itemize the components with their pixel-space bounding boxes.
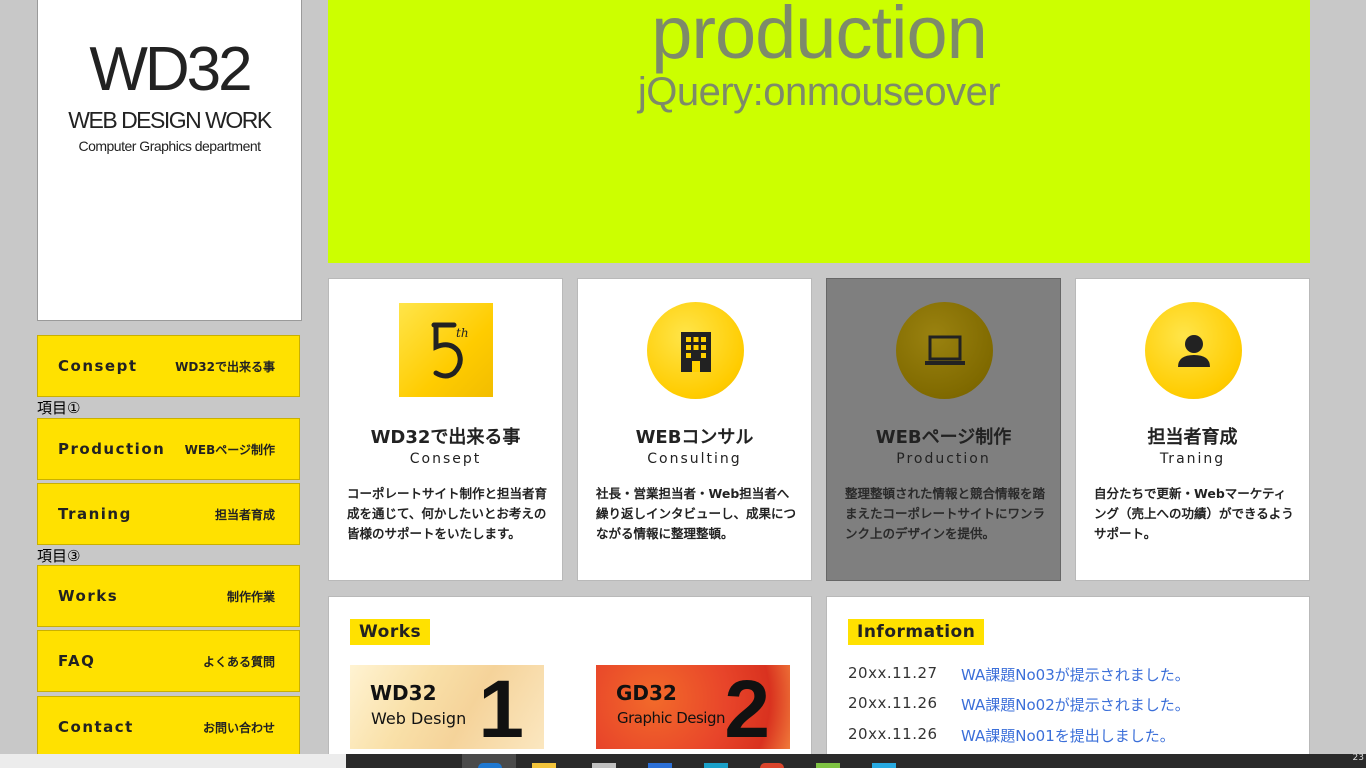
svg-text:th: th	[456, 326, 469, 340]
work-thumb-web-design[interactable]: WD32 Web Design 1	[350, 665, 544, 749]
chrome-icon[interactable]	[760, 763, 784, 768]
card-description: コーポレートサイト制作と担当者育成を通じて、何かしたいとお考えの皆様のサポートを…	[347, 486, 548, 541]
work-number: 1	[478, 665, 524, 750]
work-label: WD32	[370, 681, 437, 705]
nav-traning-button[interactable]: Traning 担当者育成	[37, 483, 300, 545]
card-subtitle: Traning	[1159, 451, 1226, 467]
info-item: 20xx.11.26 WA課題No01を提出しました。	[848, 725, 1175, 746]
paperclip-icon[interactable]	[592, 763, 616, 768]
information-heading: Information	[848, 619, 985, 645]
work-thumb-graphic-design[interactable]: GD32 Graphic Design 2	[596, 665, 790, 749]
building-icon	[647, 302, 744, 399]
nav-label-ja: お問い合わせ	[202, 720, 275, 735]
card-subtitle: Production	[896, 451, 991, 467]
five-badge-icon: th	[399, 303, 493, 397]
nav-label-en: Consept	[58, 357, 138, 375]
folder-icon[interactable]	[532, 763, 556, 768]
nav-works-button[interactable]: Works 制作作業	[37, 565, 300, 627]
app-icon[interactable]	[704, 763, 728, 768]
logo-subtitle: WEB DESIGN WORK	[68, 107, 272, 133]
nav-label-en: FAQ	[58, 652, 96, 670]
taskbar-search-area[interactable]	[0, 754, 346, 768]
edge-icon[interactable]	[478, 763, 502, 768]
nav-label-ja: 制作作業	[226, 589, 275, 604]
card-subtitle: Consept	[409, 451, 482, 467]
service-card-consulting[interactable]: WEBコンサル Consulting 社長・営業担当者・Web担当者へ繰り返しイ…	[577, 278, 812, 581]
logo-department: Computer Graphics department	[78, 138, 261, 154]
person-icon	[1145, 302, 1242, 399]
hero-subtitle: jQuery:onmouseover	[637, 70, 1001, 114]
taskbar-clock[interactable]: 23	[1353, 753, 1364, 763]
card-title: WEBコンサル	[635, 427, 754, 448]
work-sublabel: Graphic Design	[617, 709, 725, 727]
nav-faq-button[interactable]: FAQ よくある質問	[37, 630, 300, 692]
card-description: 整理整頓された情報と競合情報を踏まえたコーポレートサイトにワンランク上のデザイン…	[845, 486, 1046, 541]
nav-label-en: Traning	[58, 505, 132, 523]
info-link[interactable]: WA課題No01を提出しました。	[961, 725, 1175, 746]
info-link[interactable]: WA課題No02が提示されました。	[961, 694, 1190, 715]
nav-label-ja: WD32で出来る事	[175, 359, 275, 374]
works-panel: Works WD32 Web Design 1 GD32 Graphic Des…	[328, 596, 812, 766]
store-icon[interactable]	[648, 763, 672, 768]
work-label: GD32	[616, 681, 677, 705]
nav-contact-button[interactable]: Contact お問い合わせ	[37, 696, 300, 758]
hero-banner[interactable]: production jQuery:onmouseover	[328, 0, 1310, 263]
editor-icon[interactable]	[816, 763, 840, 768]
works-heading: Works	[350, 619, 431, 645]
laptop-icon	[896, 302, 993, 399]
info-item: 20xx.11.27 WA課題No03が提示されました。	[848, 664, 1190, 685]
work-number: 2	[724, 665, 770, 750]
photoshop-icon[interactable]	[872, 763, 896, 768]
work-sublabel: Web Design	[371, 709, 467, 728]
nav-production-button[interactable]: Production WEBページ制作	[37, 418, 300, 480]
info-link[interactable]: WA課題No03が提示されました。	[961, 664, 1190, 685]
service-card-consept[interactable]: th WD32で出来る事 Consept コーポレートサイト制作と担当者育成を通…	[328, 278, 563, 581]
nav-item-label-1: 項目①	[37, 399, 81, 417]
nav-label-ja: 担当者育成	[214, 507, 275, 522]
card-description: 社長・営業担当者・Web担当者へ繰り返しインタビューし、成果につながる情報に整理…	[596, 486, 797, 541]
nav-consept-button[interactable]: Consept WD32で出来る事	[37, 335, 300, 397]
card-title: WD32で出来る事	[370, 427, 521, 448]
hero-title: production	[651, 0, 988, 74]
nav-label-en: Contact	[58, 718, 134, 736]
info-date: 20xx.11.27	[848, 664, 938, 682]
nav-label-ja: WEBページ制作	[184, 442, 275, 457]
information-panel: Information 20xx.11.27 WA課題No03が提示されました。…	[826, 596, 1310, 766]
service-card-production[interactable]: WEBページ制作 Production 整理整頓された情報と競合情報を踏まえたコ…	[826, 278, 1061, 581]
logo-title: WD32	[89, 35, 252, 104]
card-title: WEBページ制作	[875, 427, 1012, 448]
card-description: 自分たちで更新・Webマーケティング（売上への功績）ができるようサポート。	[1094, 486, 1294, 541]
service-card-traning[interactable]: 担当者育成 Traning 自分たちで更新・Webマーケティング（売上への功績）…	[1075, 278, 1310, 581]
info-date: 20xx.11.26	[848, 694, 938, 712]
logo-box[interactable]: WD32 WEB DESIGN WORK Computer Graphics d…	[37, 0, 302, 321]
nav-item-label-3: 項目③	[37, 547, 81, 565]
nav-label-en: Production	[58, 440, 166, 458]
info-item: 20xx.11.26 WA課題No02が提示されました。	[848, 694, 1190, 715]
taskbar: 23	[346, 753, 1366, 768]
card-title: 担当者育成	[1147, 427, 1238, 448]
nav-label-en: Works	[58, 587, 119, 605]
info-date: 20xx.11.26	[848, 725, 938, 743]
nav-label-ja: よくある質問	[202, 654, 275, 669]
card-subtitle: Consulting	[647, 451, 742, 467]
